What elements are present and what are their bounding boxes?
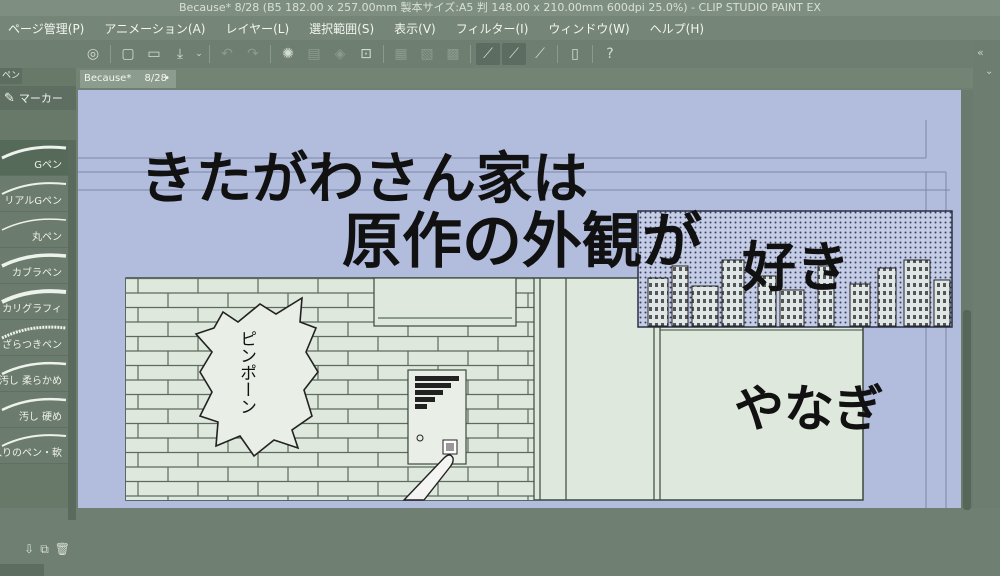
menu-selection[interactable]: 選択範囲(S) <box>299 20 384 37</box>
duplicate-icon[interactable]: ⧉ <box>40 542 49 557</box>
brush-label: 丸ペン <box>32 232 62 243</box>
invert-selection-icon[interactable]: ▩ <box>441 43 465 65</box>
brush-list: Gペン リアルGペン 丸ペン カブラペン カリグラフィ ざらつきペン 汚し 柔ら… <box>0 140 68 530</box>
menu-page[interactable]: ページ管理(P) <box>0 20 94 37</box>
clear-icon[interactable]: ▤ <box>302 43 326 65</box>
brush-item-calligraphy[interactable]: カリグラフィ <box>0 284 68 320</box>
brush-label: カリグラフィ <box>2 304 62 315</box>
brush-item-smear-soft[interactable]: 汚し 柔らかめ <box>0 356 68 392</box>
panel-tab-secondary[interactable] <box>0 564 44 576</box>
open-folder-icon[interactable]: ▭ <box>142 43 166 65</box>
brush-item-g-pen[interactable]: Gペン <box>0 140 68 176</box>
loading-icon[interactable]: ✺ <box>276 43 300 65</box>
canvas[interactable]: きたがわさん家は 原作の外観が 好き やなぎ ピンポーン <box>78 90 961 508</box>
fill-icon[interactable]: ◈ <box>328 43 352 65</box>
brush-item-round-pen[interactable]: 丸ペン <box>0 212 68 248</box>
chevron-down-icon[interactable]: ⌄ <box>985 66 993 77</box>
menu-filter[interactable]: フィルター(I) <box>446 20 539 37</box>
help-icon[interactable]: ? <box>598 43 622 65</box>
document-tab[interactable]: Because* 8/28 • <box>80 70 176 88</box>
undo-icon[interactable]: ↶ <box>215 43 239 65</box>
toolbar-divider <box>110 45 111 63</box>
brush-label: 汚し 硬め <box>18 412 62 423</box>
brush-item-smear-hard[interactable]: 汚し 硬め <box>0 392 68 428</box>
command-bar: ◎ ▢ ▭ ⤓ ⌄ ↶ ↷ ✺ ▤ ◈ ⊡ ▦ ▧ ▩ ⟋ ⟋ ⟋ ▯ ? <box>0 40 1000 68</box>
toolbar-divider <box>209 45 210 63</box>
handwritten-line-2: 原作の外観が <box>342 207 702 277</box>
unsaved-dot-icon[interactable]: • <box>164 70 170 88</box>
menu-view[interactable]: 表示(V) <box>384 20 446 37</box>
special-ruler-snap-icon[interactable]: ⟋ <box>502 43 526 65</box>
trash-icon[interactable]: 🗑 <box>55 542 70 556</box>
toolbar-divider <box>592 45 593 63</box>
brush-item-real-g-pen[interactable]: リアルGペン <box>0 176 68 212</box>
brush-item-rough-pen[interactable]: ざらつきペン <box>0 320 68 356</box>
transform-icon[interactable]: ⊡ <box>354 43 378 65</box>
handwritten-line-3: 好き <box>741 236 850 299</box>
grid-snap-icon[interactable]: ⟋ <box>528 43 552 65</box>
sub-tool-group-marker[interactable]: ✎ マーカー <box>0 86 76 110</box>
sub-tool-panel: ペン ✎ マーカー Gペン リアルGペン 丸ペン カブラペン カリグラフィ ざら… <box>0 68 76 576</box>
save-icon[interactable]: ⤓ <box>168 43 192 65</box>
new-file-icon[interactable]: ▢ <box>116 43 140 65</box>
canvas-vertical-scrollbar[interactable] <box>961 90 973 510</box>
sub-tool-actions: ⇩ ⧉ 🗑 <box>0 538 76 560</box>
select-all-icon[interactable]: ▦ <box>389 43 413 65</box>
toolbar-divider <box>383 45 384 63</box>
brush-label: ざらつきペン <box>2 340 62 351</box>
handwritten-signature: やなぎ <box>734 380 884 438</box>
menu-help[interactable]: ヘルプ(H) <box>640 20 714 37</box>
clip-studio-icon[interactable]: ◎ <box>81 43 105 65</box>
brush-label: 汚し 柔らかめ <box>0 376 62 387</box>
pen-icon: ✎ <box>4 90 15 106</box>
import-icon[interactable]: ⇩ <box>24 542 34 556</box>
scrollbar-thumb[interactable] <box>963 310 971 510</box>
sub-tool-group-label: マーカー <box>18 92 63 105</box>
chevron-down-icon[interactable]: ⌄ <box>194 43 204 65</box>
toolbar-divider <box>557 45 558 63</box>
smartphone-icon[interactable]: ▯ <box>563 43 587 65</box>
document-tab-bar: Because* 8/28 • <box>76 68 973 88</box>
brush-label: リアルGペン <box>4 196 62 207</box>
menu-animation[interactable]: アニメーション(A) <box>94 20 215 37</box>
collapse-left-icon[interactable]: « <box>977 46 984 59</box>
brush-list-scrollbar[interactable] <box>68 140 76 520</box>
redo-icon[interactable]: ↷ <box>241 43 265 65</box>
brush-label: カブラペン <box>12 268 62 279</box>
brush-item-kabura-pen[interactable]: カブラペン <box>0 248 68 284</box>
document-name: Because* <box>84 73 132 84</box>
right-dock: « ⌄ <box>973 40 1000 508</box>
panel-tab-pen[interactable]: ペン <box>0 68 22 84</box>
brush-item-entry-pen-soft[interactable]: 入りのペン・軟 <box>0 428 68 464</box>
speech-bubble-text: ピンポーン <box>236 330 256 415</box>
brush-label: 入りのペン・軟 <box>0 448 62 459</box>
canvas-artwork: きたがわさん家は 原作の外観が 好き やなぎ ピンポーン <box>78 120 953 508</box>
toolbar-divider <box>470 45 471 63</box>
handwritten-line-1: きたがわさん家は <box>140 147 588 212</box>
ruler-snap-icon[interactable]: ⟋ <box>476 43 500 65</box>
toolbar-divider <box>270 45 271 63</box>
menu-layer[interactable]: レイヤー(L) <box>215 20 299 37</box>
menu-window[interactable]: ウィンドウ(W) <box>538 20 639 37</box>
window-title: Because* 8/28 (B5 182.00 x 257.00mm 製本サイ… <box>0 0 1000 16</box>
menu-bar: ページ管理(P) アニメーション(A) レイヤー(L) 選択範囲(S) 表示(V… <box>0 16 1000 40</box>
deselect-icon[interactable]: ▧ <box>415 43 439 65</box>
brush-label: Gペン <box>34 160 62 171</box>
